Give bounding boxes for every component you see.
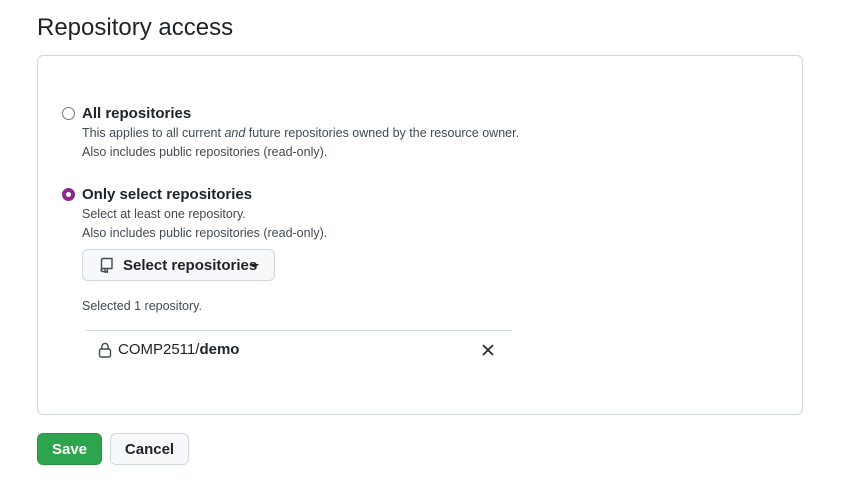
repository-name: COMP2511/demo [118, 340, 239, 360]
option-all-description-line2: Also includes public repositories (read-… [82, 145, 328, 159]
page: Repository access All repositories This … [0, 0, 848, 484]
option-select-label[interactable]: Only select repositories [82, 185, 252, 205]
selected-count: Selected 1 repository. [82, 299, 202, 313]
option-select-description: Select at least one repository. [82, 207, 246, 221]
selected-repository-list: COMP2511/demo [86, 330, 512, 369]
select-repositories-label: Select repositories [123, 257, 258, 274]
caret-down-icon [251, 264, 259, 268]
radio-only-select-repositories[interactable] [62, 188, 75, 201]
select-repositories-button[interactable]: Select repositories [82, 249, 275, 281]
cancel-button[interactable]: Cancel [110, 433, 189, 465]
option-select-description-line2: Also includes public repositories (read-… [82, 226, 328, 240]
repository-owner: COMP2511/ [118, 341, 200, 358]
repo-icon [100, 257, 113, 273]
save-button[interactable]: Save [37, 433, 102, 465]
list-item: COMP2511/demo [86, 331, 512, 369]
close-icon[interactable] [480, 342, 496, 358]
option-all-description: This applies to all current and future r… [82, 124, 519, 142]
lock-icon [98, 342, 112, 358]
option-all-desc-before: This applies to all current [82, 126, 225, 140]
option-all-label[interactable]: All repositories [82, 104, 191, 124]
repository-access-panel: All repositories This applies to all cur… [37, 55, 803, 415]
option-all-desc-emphasis: and [224, 126, 246, 140]
page-title: Repository access [37, 14, 234, 41]
repository-repo: demo [199, 341, 240, 358]
radio-all-repositories[interactable] [62, 107, 75, 120]
option-all-desc-after: future repositories owned by the resourc… [245, 126, 520, 140]
